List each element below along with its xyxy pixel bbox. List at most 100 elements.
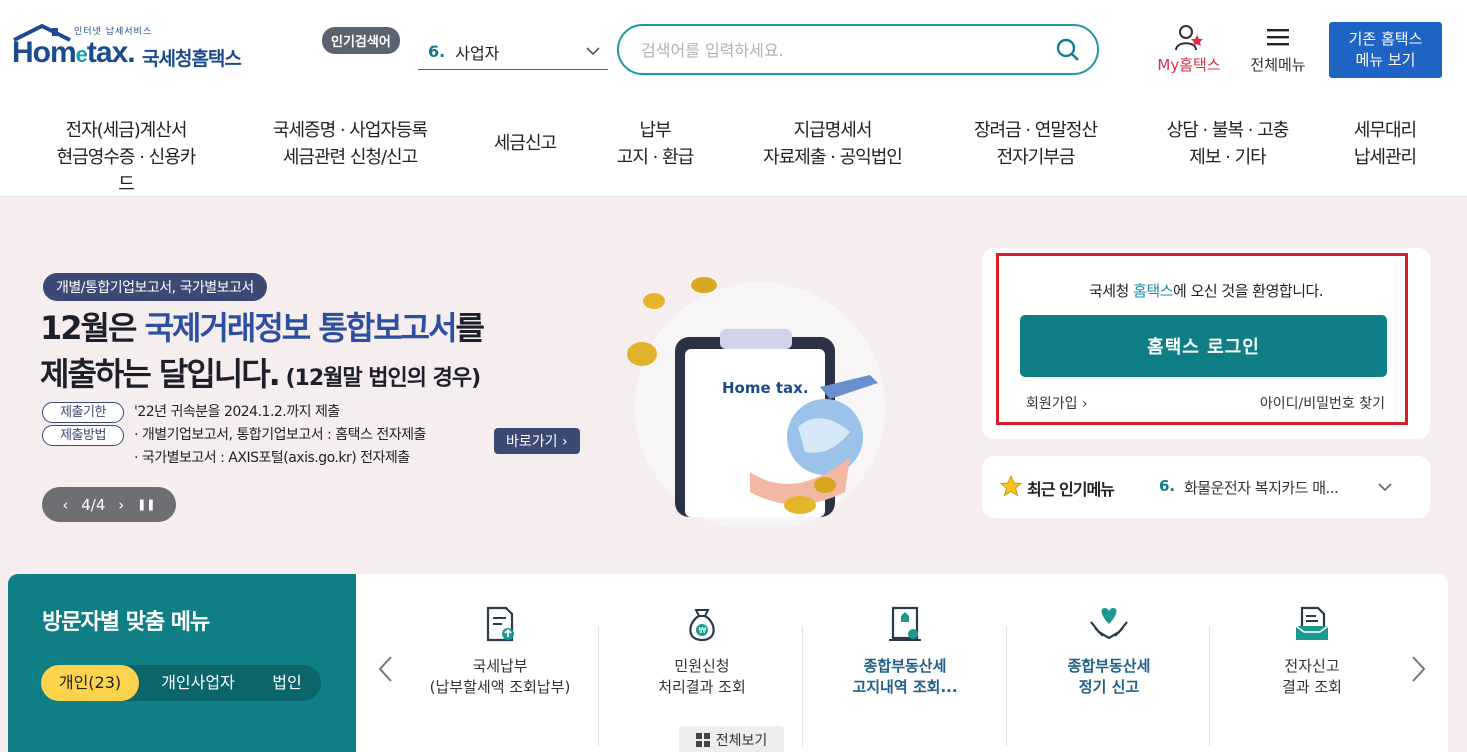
gnb-line: 납부 bbox=[639, 120, 671, 141]
slide-prev-button[interactable]: ‹ bbox=[62, 496, 68, 514]
quick-item-line: 처리결과 조회 bbox=[658, 678, 746, 696]
quick-item-property-tax-notice[interactable]: 종합부동산세 고지내역 조회... bbox=[805, 602, 1005, 698]
slide-position: 4/4 bbox=[81, 495, 106, 514]
recent-menu-title: 최근 인기메뉴 bbox=[1027, 480, 1115, 499]
gnb-line: 전자기부금 bbox=[996, 147, 1076, 168]
title-sub: (12월말 법인의 경우) bbox=[278, 366, 481, 391]
method-label: 제출방법 bbox=[42, 425, 124, 446]
hamburger-menu-icon bbox=[1267, 29, 1289, 46]
welcome-highlight: 홈택스 bbox=[1133, 282, 1173, 300]
view-all-label: 전체보기 bbox=[715, 733, 768, 749]
old-menu-line1: 기존 홈택스 bbox=[1348, 30, 1423, 48]
chevron-right-icon[interactable] bbox=[1408, 654, 1428, 684]
gnb-item-statement[interactable]: 지급명세서 자료제출 · 공익법인 bbox=[745, 117, 920, 171]
view-all-button[interactable]: 전체보기 bbox=[679, 726, 784, 752]
find-id-password-link[interactable]: 아이디/비밀번호 찾기 bbox=[1260, 393, 1385, 413]
divider bbox=[802, 626, 803, 746]
header: 인터넷 납세서비스 Hometax. 국세청홈택스 인기검색어 6. 사업자 M… bbox=[0, 0, 1467, 100]
quick-item-line: 민원신청 bbox=[674, 657, 730, 675]
tab-corporation[interactable]: 법인 bbox=[257, 665, 317, 701]
gnb-item-payment[interactable]: 납부고지 · 환급 bbox=[605, 117, 705, 171]
slide-pause-button[interactable]: ❚❚ bbox=[137, 498, 155, 511]
divider bbox=[598, 626, 599, 746]
certificate-icon bbox=[889, 606, 921, 641]
coin-icon bbox=[814, 477, 836, 493]
popular-keyword: 사업자 bbox=[455, 43, 500, 63]
gnb-line: 전자(세금)계산서 bbox=[65, 120, 188, 141]
quick-item-e-filing-result[interactable]: 전자신고 결과 조회 bbox=[1212, 602, 1412, 698]
popular-search-badge: 인기검색어 bbox=[322, 27, 400, 54]
coin-icon bbox=[784, 496, 816, 514]
search-icon[interactable] bbox=[1055, 37, 1081, 63]
welcome-part: 국세청 bbox=[1088, 282, 1134, 300]
gnb-item-certificate[interactable]: 국세증명 · 사업자등록 세금관련 신청/신고 bbox=[255, 117, 445, 171]
money-bag-icon: ₩ bbox=[689, 609, 715, 642]
star-icon bbox=[1000, 475, 1022, 497]
heart-hands-icon bbox=[1090, 608, 1128, 640]
divider bbox=[1006, 626, 1007, 746]
popular-search-select[interactable]: 6. 사업자 bbox=[418, 34, 608, 70]
slide-next-button[interactable]: › bbox=[118, 496, 124, 514]
recent-popular-menu[interactable]: 최근 인기메뉴 6. 화물운전자 복지카드 매... bbox=[982, 456, 1430, 518]
recent-menu-value: 화물운전자 복지카드 매... bbox=[1184, 479, 1339, 497]
gnb-line: 지급명세서 bbox=[793, 120, 873, 141]
quick-item-tax-payment[interactable]: 국세납부 (납부할세액 조회납부) bbox=[400, 602, 600, 698]
visitor-tabs: 개인(23) 개인사업자 법인 bbox=[41, 665, 321, 701]
chevron-left-icon[interactable] bbox=[376, 654, 396, 684]
popular-rank: 6. bbox=[428, 42, 446, 61]
banner-title[interactable]: 12월은 국제거래정보 통합보고서를 제출하는 달입니다. (12월말 법인의 … bbox=[40, 305, 485, 402]
user-star-icon bbox=[1175, 25, 1203, 51]
gnb-item-tax-agent[interactable]: 세무대리 납세관리 bbox=[1340, 117, 1430, 171]
illustration-logo-text: Home tax. bbox=[722, 379, 809, 397]
login-card: 국세청 홈택스에 오신 것을 환영합니다. 홈택스 로그인 회원가입 › 아이디… bbox=[982, 248, 1430, 439]
quick-item-civil-result[interactable]: ₩ 민원신청 처리결과 조회 bbox=[602, 602, 802, 698]
quick-item-line: (납부할세액 조회납부) bbox=[429, 678, 571, 696]
login-button[interactable]: 홈택스 로그인 bbox=[1020, 315, 1387, 377]
grid-icon bbox=[695, 733, 710, 747]
search-box bbox=[617, 24, 1099, 75]
quick-item-line: 전자신고 bbox=[1284, 657, 1340, 675]
coin-icon bbox=[643, 293, 665, 309]
logo-part: tax. bbox=[86, 36, 136, 69]
search-input[interactable] bbox=[641, 38, 1041, 62]
welcome-message: 국세청 홈택스에 오신 것을 환영합니다. bbox=[982, 280, 1430, 301]
gnb-line: 세무대리 bbox=[1353, 120, 1417, 141]
my-hometax-button[interactable]: My홈택스 bbox=[1148, 24, 1230, 80]
quick-item-line: 정기 신고 bbox=[1078, 678, 1140, 696]
gnb-item-incentive[interactable]: 장려금 · 연말정산전자기부금 bbox=[958, 117, 1113, 171]
shortcut-button[interactable]: 바로가기 › bbox=[494, 428, 580, 454]
logo-part: e bbox=[75, 42, 88, 67]
title-highlight: 국제거래정보 통합보고서 bbox=[144, 309, 458, 347]
logo-korean: 국세청홈택스 bbox=[142, 48, 242, 70]
gnb-item-tax-invoice[interactable]: 전자(세금)계산서현금영수증 · 신용카드 bbox=[56, 117, 197, 198]
global-navigation: 전자(세금)계산서현금영수증 · 신용카드 국세증명 · 사업자등록 세금관련 신… bbox=[0, 100, 1467, 197]
title-part: 12월은 bbox=[40, 309, 145, 347]
quick-item-line: 국세납부 bbox=[472, 657, 528, 675]
method-text-2: · 국가별보고서 : AXIS포털(axis.go.kr) 전자제출 bbox=[134, 450, 410, 466]
hometax-logo[interactable]: 인터넷 납세서비스 Hometax. 국세청홈택스 bbox=[12, 22, 252, 82]
banner-tag: 개별/통합기업보고서, 국가별보고서 bbox=[43, 273, 267, 301]
coin-icon bbox=[627, 342, 657, 366]
method-text-1: · 개별기업보고서, 통합기업보고서 : 홈택스 전자제출 bbox=[134, 427, 426, 443]
tab-individual[interactable]: 개인(23) bbox=[41, 665, 139, 701]
visitor-menu-panel: 방문자별 맞춤 메뉴 개인(23) 개인사업자 법인 bbox=[8, 574, 356, 752]
quick-item-line: 종합부동산세 bbox=[863, 657, 947, 675]
coin-icon bbox=[691, 277, 717, 293]
gnb-item-consult[interactable]: 상담 · 불복 · 고충 제보 · 기타 bbox=[1150, 117, 1305, 171]
my-hometax-label: My홈택스 bbox=[1157, 56, 1221, 74]
deadline-label: 제출기한 bbox=[42, 402, 124, 423]
gnb-line: 현금영수증 · 신용카드 bbox=[56, 147, 197, 195]
quick-item-property-tax-report[interactable]: 종합부동산세 정기 신고 bbox=[1009, 602, 1209, 698]
quick-item-line: 결과 조회 bbox=[1282, 678, 1342, 696]
gnb-line: 장려금 · 연말정산 bbox=[973, 120, 1098, 141]
signup-link[interactable]: 회원가입 › bbox=[1026, 393, 1088, 413]
divider bbox=[1209, 626, 1210, 746]
gnb-item-tax-report[interactable]: 세금신고 bbox=[480, 130, 570, 157]
slide-controls: ‹ 4/4 › ❚❚ bbox=[42, 487, 176, 522]
gnb-line: 세금관련 신청/신고 bbox=[282, 147, 418, 168]
old-menu-button[interactable]: 기존 홈택스 메뉴 보기 bbox=[1329, 22, 1442, 78]
gnb-line: 고지 · 환급 bbox=[616, 147, 694, 168]
all-menu-button[interactable]: 전체메뉴 bbox=[1240, 24, 1316, 80]
tab-individual-business[interactable]: 개인사업자 bbox=[144, 665, 252, 701]
chevron-down-icon[interactable] bbox=[1376, 480, 1394, 494]
